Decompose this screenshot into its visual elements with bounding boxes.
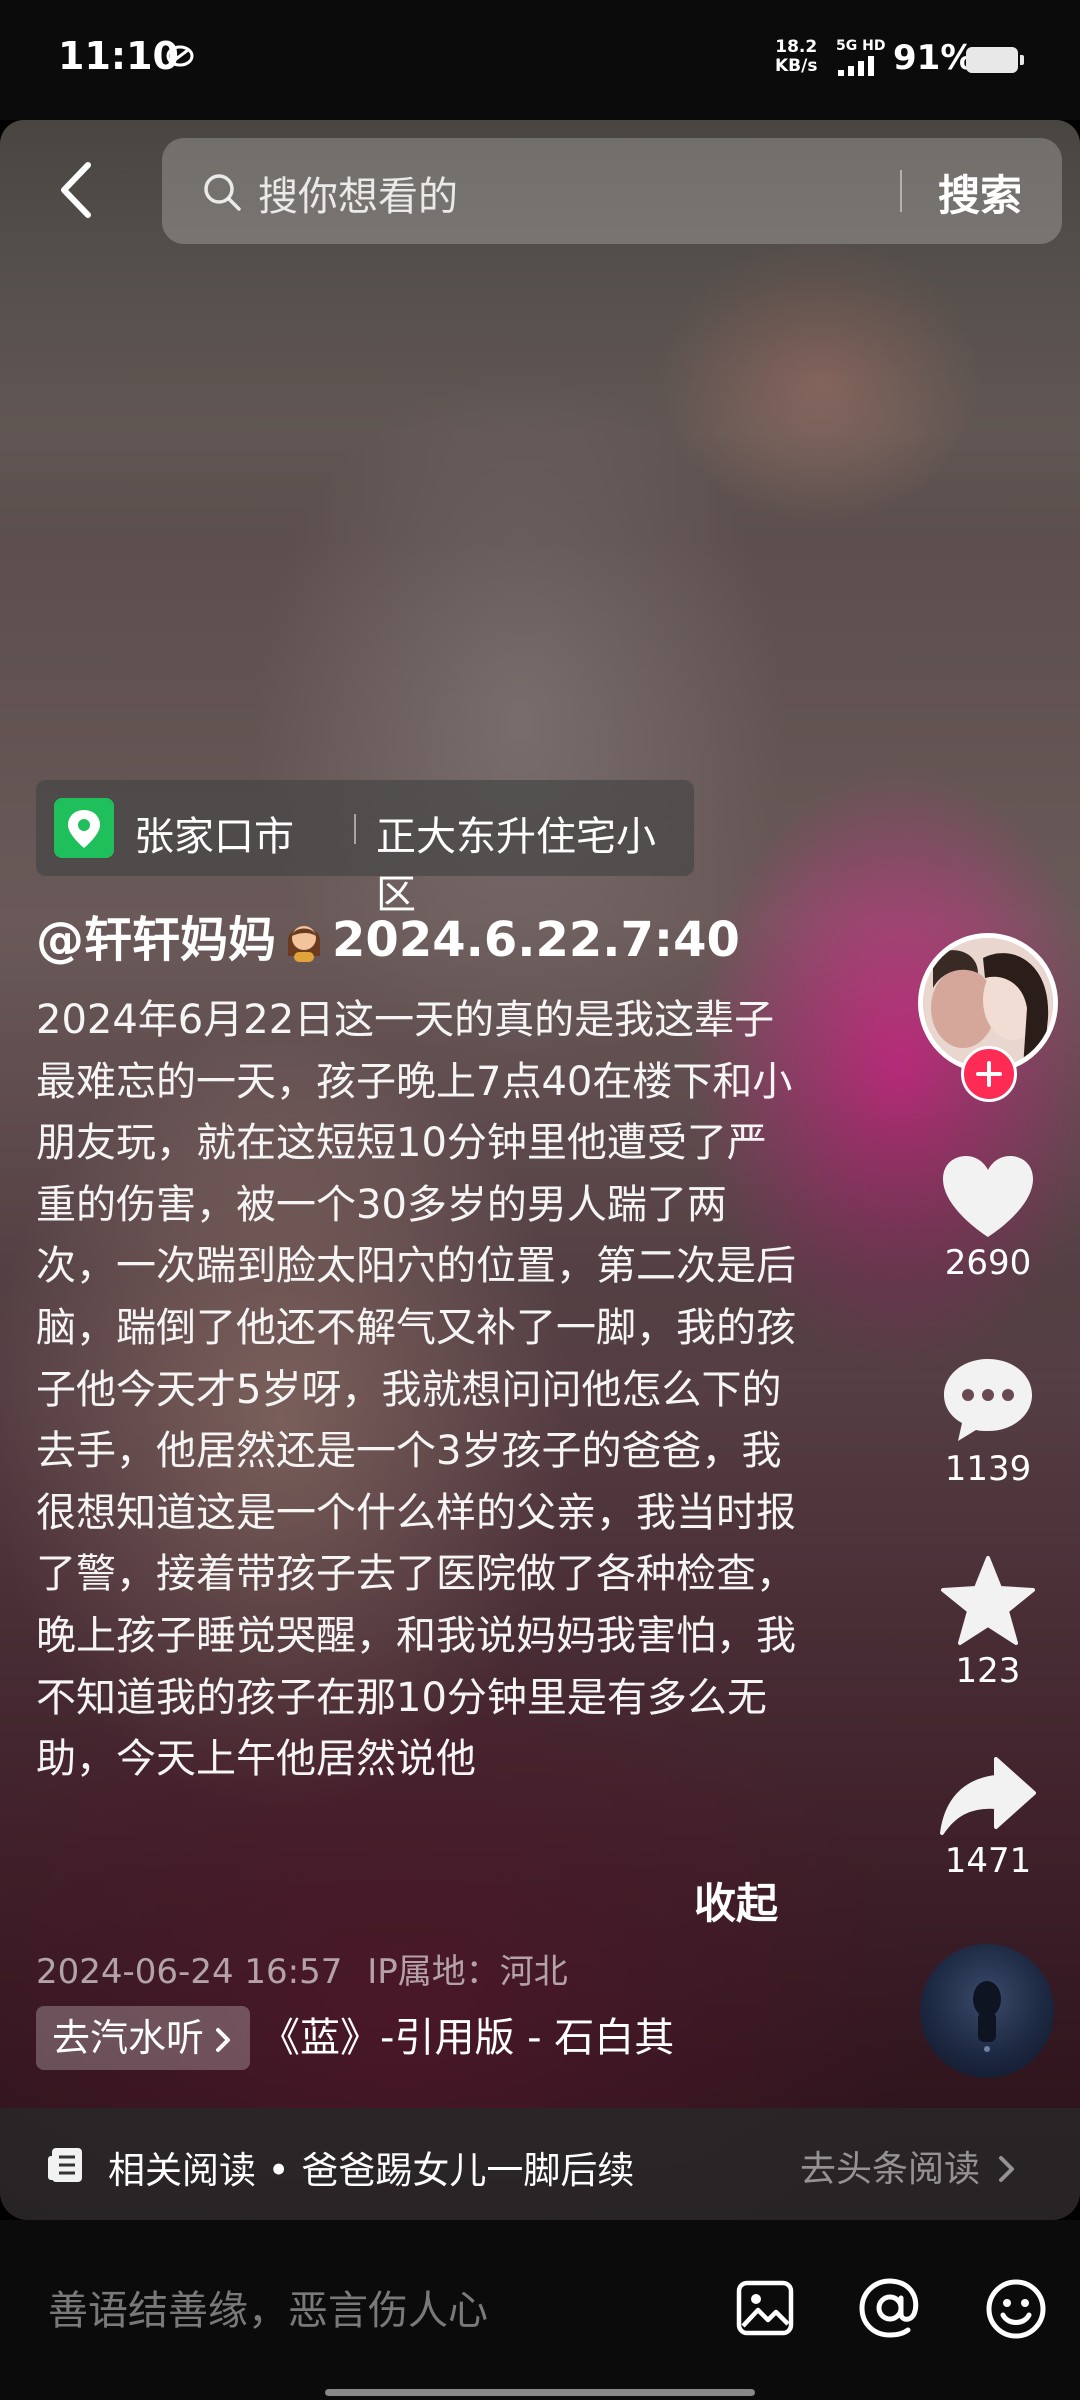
network-speed: 18.2 KB/s bbox=[775, 37, 818, 76]
favorite-count: 123 bbox=[955, 1651, 1021, 1691]
battery-icon bbox=[966, 47, 1024, 73]
music-title[interactable]: 《蓝》-引用版 - 石白其 bbox=[260, 2006, 674, 2070]
related-reading-bar[interactable]: 相关阅读 • 爸爸踢女儿一脚后续 去头条阅读 bbox=[0, 2108, 1080, 2220]
location-pin-icon bbox=[54, 798, 114, 858]
author-line[interactable]: @轩轩妈妈 2024.6.22.7:40 bbox=[36, 900, 740, 970]
music-cover-image bbox=[973, 1981, 1001, 2052]
share-button[interactable]: 1471 bbox=[918, 1755, 1058, 1881]
author-suffix: 2024.6.22.7:40 bbox=[332, 912, 740, 968]
share-count: 1471 bbox=[944, 1841, 1032, 1881]
follow-plus-button[interactable] bbox=[961, 1046, 1017, 1102]
music-row: 去汽水听 《蓝》-引用版 - 石白其 bbox=[36, 2006, 674, 2070]
chevron-right-icon bbox=[216, 2028, 231, 2052]
search-icon bbox=[204, 174, 241, 211]
emoji-icon[interactable] bbox=[985, 2278, 1047, 2340]
post-description: 2024年6月22日这一天的真的是我这辈子最难忘的一天，孩子晚上7点40在楼下和… bbox=[36, 997, 796, 1783]
chevron-right-icon bbox=[999, 2156, 1015, 2182]
status-bar: 11:10 18.2 KB/s 5G HD 91% bbox=[0, 0, 1080, 120]
comment-count: 1139 bbox=[944, 1449, 1032, 1489]
star-icon bbox=[941, 1556, 1035, 1645]
collapse-button[interactable]: 收起 bbox=[694, 1870, 778, 1931]
back-arrow-icon[interactable] bbox=[48, 155, 108, 225]
status-time: 11:10 bbox=[58, 34, 179, 78]
search-input[interactable]: 搜你想看的 搜索 bbox=[162, 138, 1062, 244]
share-icon bbox=[940, 1757, 1036, 1835]
search-button[interactable]: 搜索 bbox=[938, 162, 1022, 223]
woman-emoji-icon bbox=[288, 926, 321, 962]
heart-icon bbox=[943, 1156, 1033, 1237]
article-icon bbox=[48, 2148, 82, 2182]
comment-bar: 善语结善缘，恶言伤人心 bbox=[0, 2220, 1080, 2400]
app-notification-icon bbox=[166, 45, 194, 67]
comment-icon bbox=[944, 1359, 1032, 1441]
location-separator bbox=[354, 814, 356, 844]
ip-location: IP属地：河北 bbox=[367, 1952, 568, 1992]
battery-percent: 91% bbox=[893, 38, 975, 78]
location-city: 张家口市 bbox=[134, 814, 294, 860]
search-divider bbox=[900, 170, 902, 212]
network-type: 5G HD bbox=[836, 38, 886, 54]
comment-input[interactable]: 善语结善缘，恶言伤人心 bbox=[48, 2278, 488, 2336]
home-indicator[interactable] bbox=[325, 2389, 755, 2396]
post-time: 2024-06-24 16:57 bbox=[36, 1952, 343, 1992]
open-toutiao-label: 去头条阅读 bbox=[800, 2149, 981, 2190]
like-count: 2690 bbox=[944, 1243, 1032, 1283]
location-tag[interactable]: 张家口市 正大东升住宅小区 bbox=[36, 780, 694, 918]
favorite-button[interactable]: 123 bbox=[918, 1555, 1058, 1691]
music-disc[interactable] bbox=[920, 1944, 1054, 2078]
image-icon[interactable] bbox=[736, 2280, 794, 2336]
post-meta: 2024-06-24 16:57 IP属地：河北 bbox=[36, 1944, 568, 1993]
like-button[interactable]: 2690 bbox=[918, 1153, 1058, 1283]
open-toutiao-link[interactable]: 去头条阅读 bbox=[800, 2140, 1020, 2192]
signal-icon bbox=[838, 56, 874, 76]
plus-icon bbox=[976, 1061, 1002, 1087]
search-placeholder: 搜你想看的 bbox=[258, 174, 458, 220]
comment-button[interactable]: 1139 bbox=[918, 1355, 1058, 1489]
at-icon[interactable] bbox=[858, 2276, 922, 2340]
author-name[interactable]: @轩轩妈妈 bbox=[36, 912, 276, 968]
listen-music-button[interactable]: 去汽水听 bbox=[36, 2006, 251, 2070]
listen-music-label: 去汽水听 bbox=[52, 2016, 205, 2060]
related-reading-text: 相关阅读 • 爸爸踢女儿一脚后续 bbox=[108, 2149, 635, 2192]
